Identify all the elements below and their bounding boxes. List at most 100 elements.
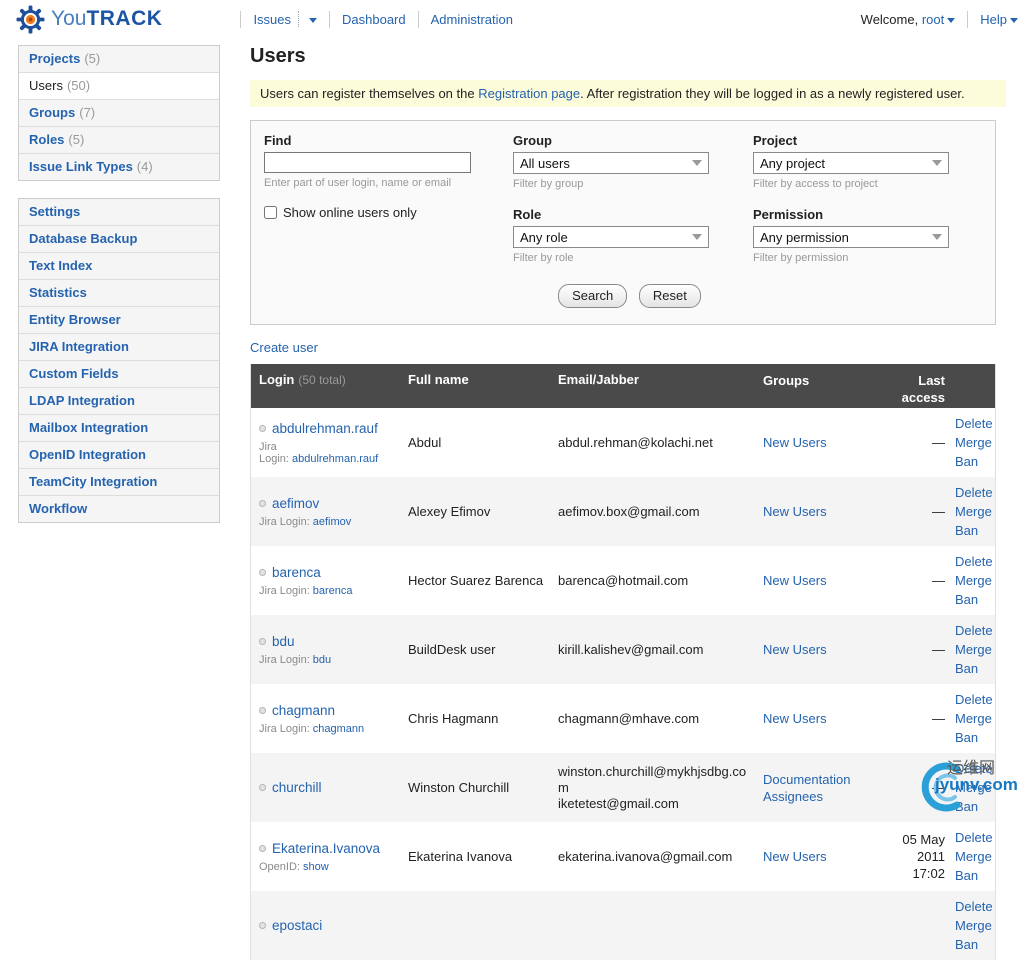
action-ban-link[interactable]: Ban — [955, 797, 993, 816]
user-login-link[interactable]: chagmann — [272, 703, 335, 718]
action-merge-link[interactable]: Merge — [955, 847, 993, 866]
action-delete-link[interactable]: Delete — [955, 621, 993, 640]
table-row: abdulrehman.rauf Jira Login: abdulrehman.r… — [251, 408, 995, 477]
user-login-link[interactable]: churchill — [272, 780, 322, 795]
sidebar-item-users[interactable]: Users (50) — [19, 73, 219, 100]
permission-select-value: Any permission — [760, 229, 849, 245]
sidebar-section: Settings Database Backup Text Index Statist… — [18, 198, 220, 523]
login-sub-link[interactable]: show — [303, 861, 329, 873]
action-merge-link[interactable]: Merge — [955, 778, 993, 797]
user-login-link[interactable]: Ekaterina.Ivanova — [272, 841, 380, 856]
group-link[interactable]: New Users — [763, 573, 827, 588]
email-cell: aefimov.box@gmail.com — [550, 504, 755, 520]
search-button[interactable]: Search — [558, 284, 628, 308]
online-users-checkbox[interactable] — [264, 206, 277, 219]
nav-divider — [417, 10, 419, 28]
registration-page-link[interactable]: Registration page — [478, 86, 580, 101]
action-merge-link[interactable]: Merge — [955, 916, 993, 935]
sidebar-item-issue-link-types[interactable]: Issue Link Types (4) — [19, 154, 219, 180]
sidebar-item-settings[interactable]: Settings — [19, 199, 219, 226]
action-delete-link[interactable]: Delete — [955, 690, 993, 709]
action-ban-link[interactable]: Ban — [955, 866, 993, 885]
reset-button[interactable]: Reset — [638, 284, 701, 308]
find-input[interactable] — [264, 152, 471, 173]
user-login-link[interactable]: abdulrehman.rauf — [272, 421, 378, 436]
sidebar-item-projects[interactable]: Projects (5) — [19, 46, 219, 73]
user-login-link[interactable]: bdu — [272, 634, 295, 649]
action-delete-link[interactable]: Delete — [955, 483, 993, 502]
login-cell: aefimov Jira Login: aefimov — [251, 496, 400, 528]
group-link[interactable]: New Users — [763, 711, 827, 726]
issues-dropdown-toggle[interactable] — [298, 11, 318, 27]
action-ban-link[interactable]: Ban — [955, 935, 993, 954]
action-merge-link[interactable]: Merge — [955, 709, 993, 728]
create-user-link[interactable]: Create user — [250, 340, 318, 355]
sidebar-item-entity-browser[interactable]: Entity Browser — [19, 307, 219, 334]
youtrack-logo[interactable]: YouTRACK — [16, 4, 162, 34]
login-sub-link[interactable]: abdulrehman.rauf — [292, 453, 378, 465]
email-value: kirill.kalishev@gmail.com — [558, 641, 704, 657]
nav-administration[interactable]: Administration — [431, 12, 513, 27]
user-login-link[interactable]: epostaci — [272, 918, 322, 933]
user-login-link[interactable]: aefimov — [272, 496, 319, 511]
login-sub-link[interactable]: barenca — [313, 585, 353, 597]
action-ban-link[interactable]: Ban — [955, 452, 993, 471]
group-link[interactable]: New Users — [763, 849, 827, 864]
action-delete-link[interactable]: Delete — [955, 414, 993, 433]
action-delete-link[interactable]: Delete — [955, 552, 993, 571]
group-link[interactable]: New Users — [763, 642, 827, 657]
user-menu[interactable]: root — [922, 12, 944, 27]
sidebar-item-text-index[interactable]: Text Index — [19, 253, 219, 280]
action-delete-link[interactable]: Delete — [955, 828, 993, 847]
action-ban-link[interactable]: Ban — [955, 590, 993, 609]
sidebar-item-custom-fields[interactable]: Custom Fields — [19, 361, 219, 388]
user-status-icon — [259, 922, 266, 929]
sidebar-item-teamcity-integration[interactable]: TeamCity Integration — [19, 469, 219, 496]
action-ban-link[interactable]: Ban — [955, 659, 993, 678]
action-merge-link[interactable]: Merge — [955, 433, 993, 452]
login-cell: bdu Jira Login: bdu — [251, 634, 400, 666]
full-name-cell: Ekaterina Ivanova — [408, 849, 513, 864]
sidebar-item-database-backup[interactable]: Database Backup — [19, 226, 219, 253]
user-filter-panel: Find Enter part of user login, name or e… — [250, 120, 996, 325]
login-sub-label: OpenID: — [259, 860, 300, 873]
login-sub-link[interactable]: bdu — [313, 654, 331, 666]
sidebar-item-label: Workflow — [29, 501, 88, 516]
help-menu[interactable]: Help — [980, 12, 1007, 27]
nav-issues[interactable]: Issues — [253, 12, 291, 27]
action-merge-link[interactable]: Merge — [955, 571, 993, 590]
sidebar-item-workflow[interactable]: Workflow — [19, 496, 219, 522]
groups-cell: Documentation Assignees — [755, 771, 877, 805]
user-login-link[interactable]: barenca — [272, 565, 321, 580]
group-link[interactable]: New Users — [763, 504, 827, 519]
table-row: barenca Jira Login: barenca Hector Suarez B… — [251, 546, 995, 615]
sidebar-item-ldap-integration[interactable]: LDAP Integration — [19, 388, 219, 415]
actions-cell: Delete Merge Ban — [947, 552, 997, 609]
action-ban-link[interactable]: Ban — [955, 521, 993, 540]
action-merge-link[interactable]: Merge — [955, 502, 993, 521]
action-merge-link[interactable]: Merge — [955, 640, 993, 659]
action-delete-link[interactable]: Delete — [955, 897, 993, 916]
sidebar-item-roles[interactable]: Roles (5) — [19, 127, 219, 154]
group-select[interactable]: All users — [513, 152, 709, 174]
role-select[interactable]: Any role — [513, 226, 709, 248]
login-sub-link[interactable]: chagmann — [313, 723, 364, 735]
sidebar-item-groups[interactable]: Groups (7) — [19, 100, 219, 127]
page-title: Users — [250, 45, 306, 67]
nav-dashboard[interactable]: Dashboard — [342, 12, 406, 27]
login-sub-link[interactable]: aefimov — [313, 516, 352, 528]
sidebar-item-statistics[interactable]: Statistics — [19, 280, 219, 307]
sidebar-item-openid-integration[interactable]: OpenID Integration — [19, 442, 219, 469]
actions-cell: Delete Merge Ban — [947, 897, 997, 954]
user-status-icon — [259, 706, 266, 714]
group-link[interactable]: Documentation Assignees — [763, 772, 850, 804]
sidebar-item-label: Groups — [29, 105, 76, 120]
sidebar-item-jira-integration[interactable]: JIRA Integration — [19, 334, 219, 361]
action-delete-link[interactable]: Delete — [955, 759, 993, 778]
permission-select[interactable]: Any permission — [753, 226, 949, 248]
sidebar-item-mailbox-integration[interactable]: Mailbox Integration — [19, 415, 219, 442]
action-ban-link[interactable]: Ban — [955, 728, 993, 747]
project-select[interactable]: Any project — [753, 152, 949, 174]
group-link[interactable]: New Users — [763, 435, 827, 450]
email-value: iketetest@gmail.com — [558, 795, 679, 811]
